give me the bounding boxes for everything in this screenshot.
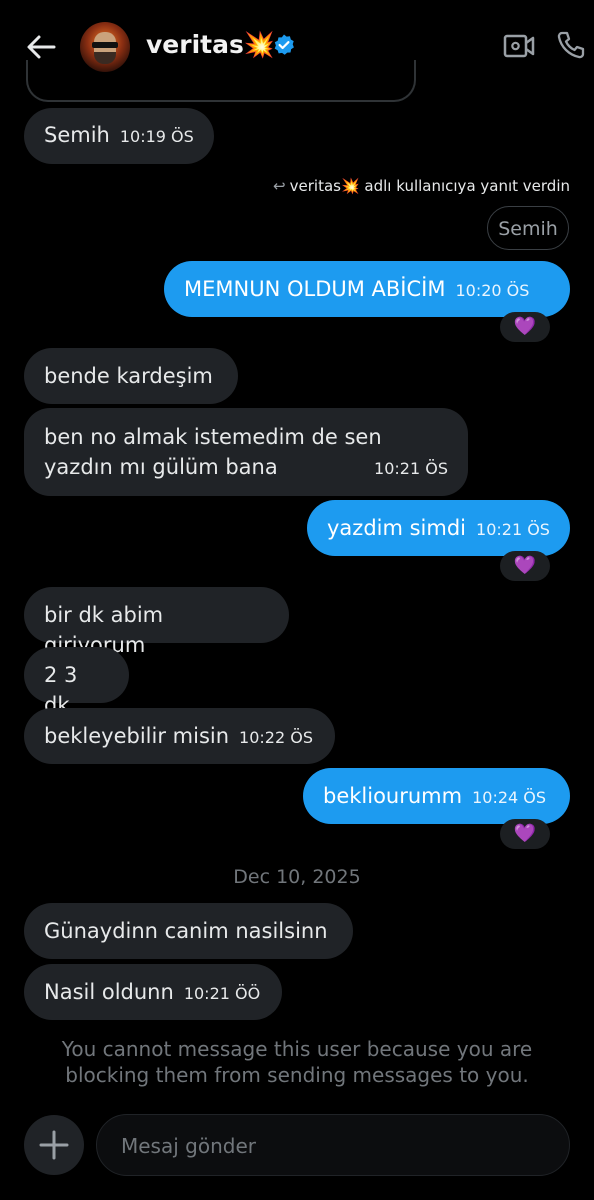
- plus-icon: [39, 1130, 69, 1160]
- message-text: bende kardeşim: [44, 364, 213, 388]
- incoming-message[interactable]: Nasil oldunn 10:21 ÖÖ: [24, 964, 282, 1020]
- message-text-line: yazdın mı gülüm bana: [44, 455, 278, 479]
- avatar-glasses: [92, 42, 118, 48]
- incoming-message[interactable]: Günaydinn canim nasilsinn: [24, 903, 353, 959]
- incoming-message[interactable]: bir dk abim giriyorum: [24, 587, 289, 657]
- outgoing-message[interactable]: MEMNUN OLDUM ABİCİM 10:20 ÖS: [164, 261, 570, 317]
- back-arrow-icon[interactable]: [24, 30, 58, 64]
- purple-heart-icon: 💜: [513, 555, 537, 576]
- outgoing-message[interactable]: bekliourumm 10:24 ÖS: [303, 768, 570, 824]
- message-time: 10:20 ÖS: [455, 281, 530, 300]
- message-time: 10:24 ÖS: [472, 788, 547, 807]
- add-attachment-button[interactable]: [24, 1115, 84, 1175]
- message-text: MEMNUN OLDUM ABİCİM: [184, 277, 446, 301]
- purple-heart-icon: 💜: [513, 316, 537, 337]
- collision-emoji-icon: 💥: [243, 30, 275, 59]
- reply-arrow-icon: ↩: [273, 177, 286, 195]
- message-text: bekleyebilir misin: [44, 724, 230, 748]
- message-time: 10:21 ÖÖ: [183, 984, 261, 1003]
- incoming-message[interactable]: ben no almak istemedim de sen yazdın mı …: [24, 408, 468, 496]
- incoming-message[interactable]: 2 3 dk: [24, 647, 129, 717]
- heart-reaction[interactable]: 💜: [500, 312, 550, 342]
- blocked-notice: You cannot message this user because you…: [61, 1037, 533, 1087]
- message-text: Nasil oldunn: [44, 980, 174, 1004]
- incoming-message[interactable]: bekleyebilir misin 10:22 ÖS: [24, 708, 335, 764]
- heart-reaction[interactable]: 💜: [500, 819, 550, 849]
- incoming-message[interactable]: bende kardeşim: [24, 348, 238, 404]
- previous-message-bubble: [26, 60, 416, 102]
- message-time: 10:21 ÖS: [476, 520, 550, 539]
- reply-context-note: ↩ veritas💥 adlı kullanıcıya yanıt verdin: [273, 177, 570, 195]
- chat-username[interactable]: veritas💥: [146, 30, 275, 60]
- message-time: 10:19 ÖS: [119, 127, 194, 146]
- verified-badge-icon: [274, 34, 294, 55]
- purple-heart-icon: 💜: [513, 823, 537, 844]
- username-text: veritas: [146, 30, 244, 59]
- message-text: yazdim simdi: [327, 516, 467, 540]
- outgoing-message[interactable]: yazdim simdi 10:21 ÖS: [307, 500, 570, 556]
- message-text-line: ben no almak istemedim de sen: [44, 425, 382, 449]
- date-separator: Dec 10, 2025: [233, 866, 361, 888]
- message-time: 10:22 ÖS: [239, 728, 313, 747]
- message-text: bekliourumm: [323, 784, 463, 808]
- message-text: Günaydinn canim nasilsinn: [44, 919, 328, 943]
- message-composer[interactable]: [96, 1114, 570, 1176]
- quoted-message[interactable]: Semih: [487, 206, 569, 250]
- incoming-message[interactable]: Semih 10:19 ÖS: [24, 108, 214, 164]
- reply-note-text: veritas💥 adlı kullanıcıya yanıt verdin: [289, 177, 570, 195]
- message-input[interactable]: [119, 1129, 543, 1163]
- video-call-icon[interactable]: [503, 32, 535, 60]
- message-text: Semih: [44, 123, 110, 147]
- message-time: 10:21 ÖS: [374, 459, 448, 478]
- phone-call-icon[interactable]: [556, 30, 586, 60]
- heart-reaction[interactable]: 💜: [500, 551, 550, 581]
